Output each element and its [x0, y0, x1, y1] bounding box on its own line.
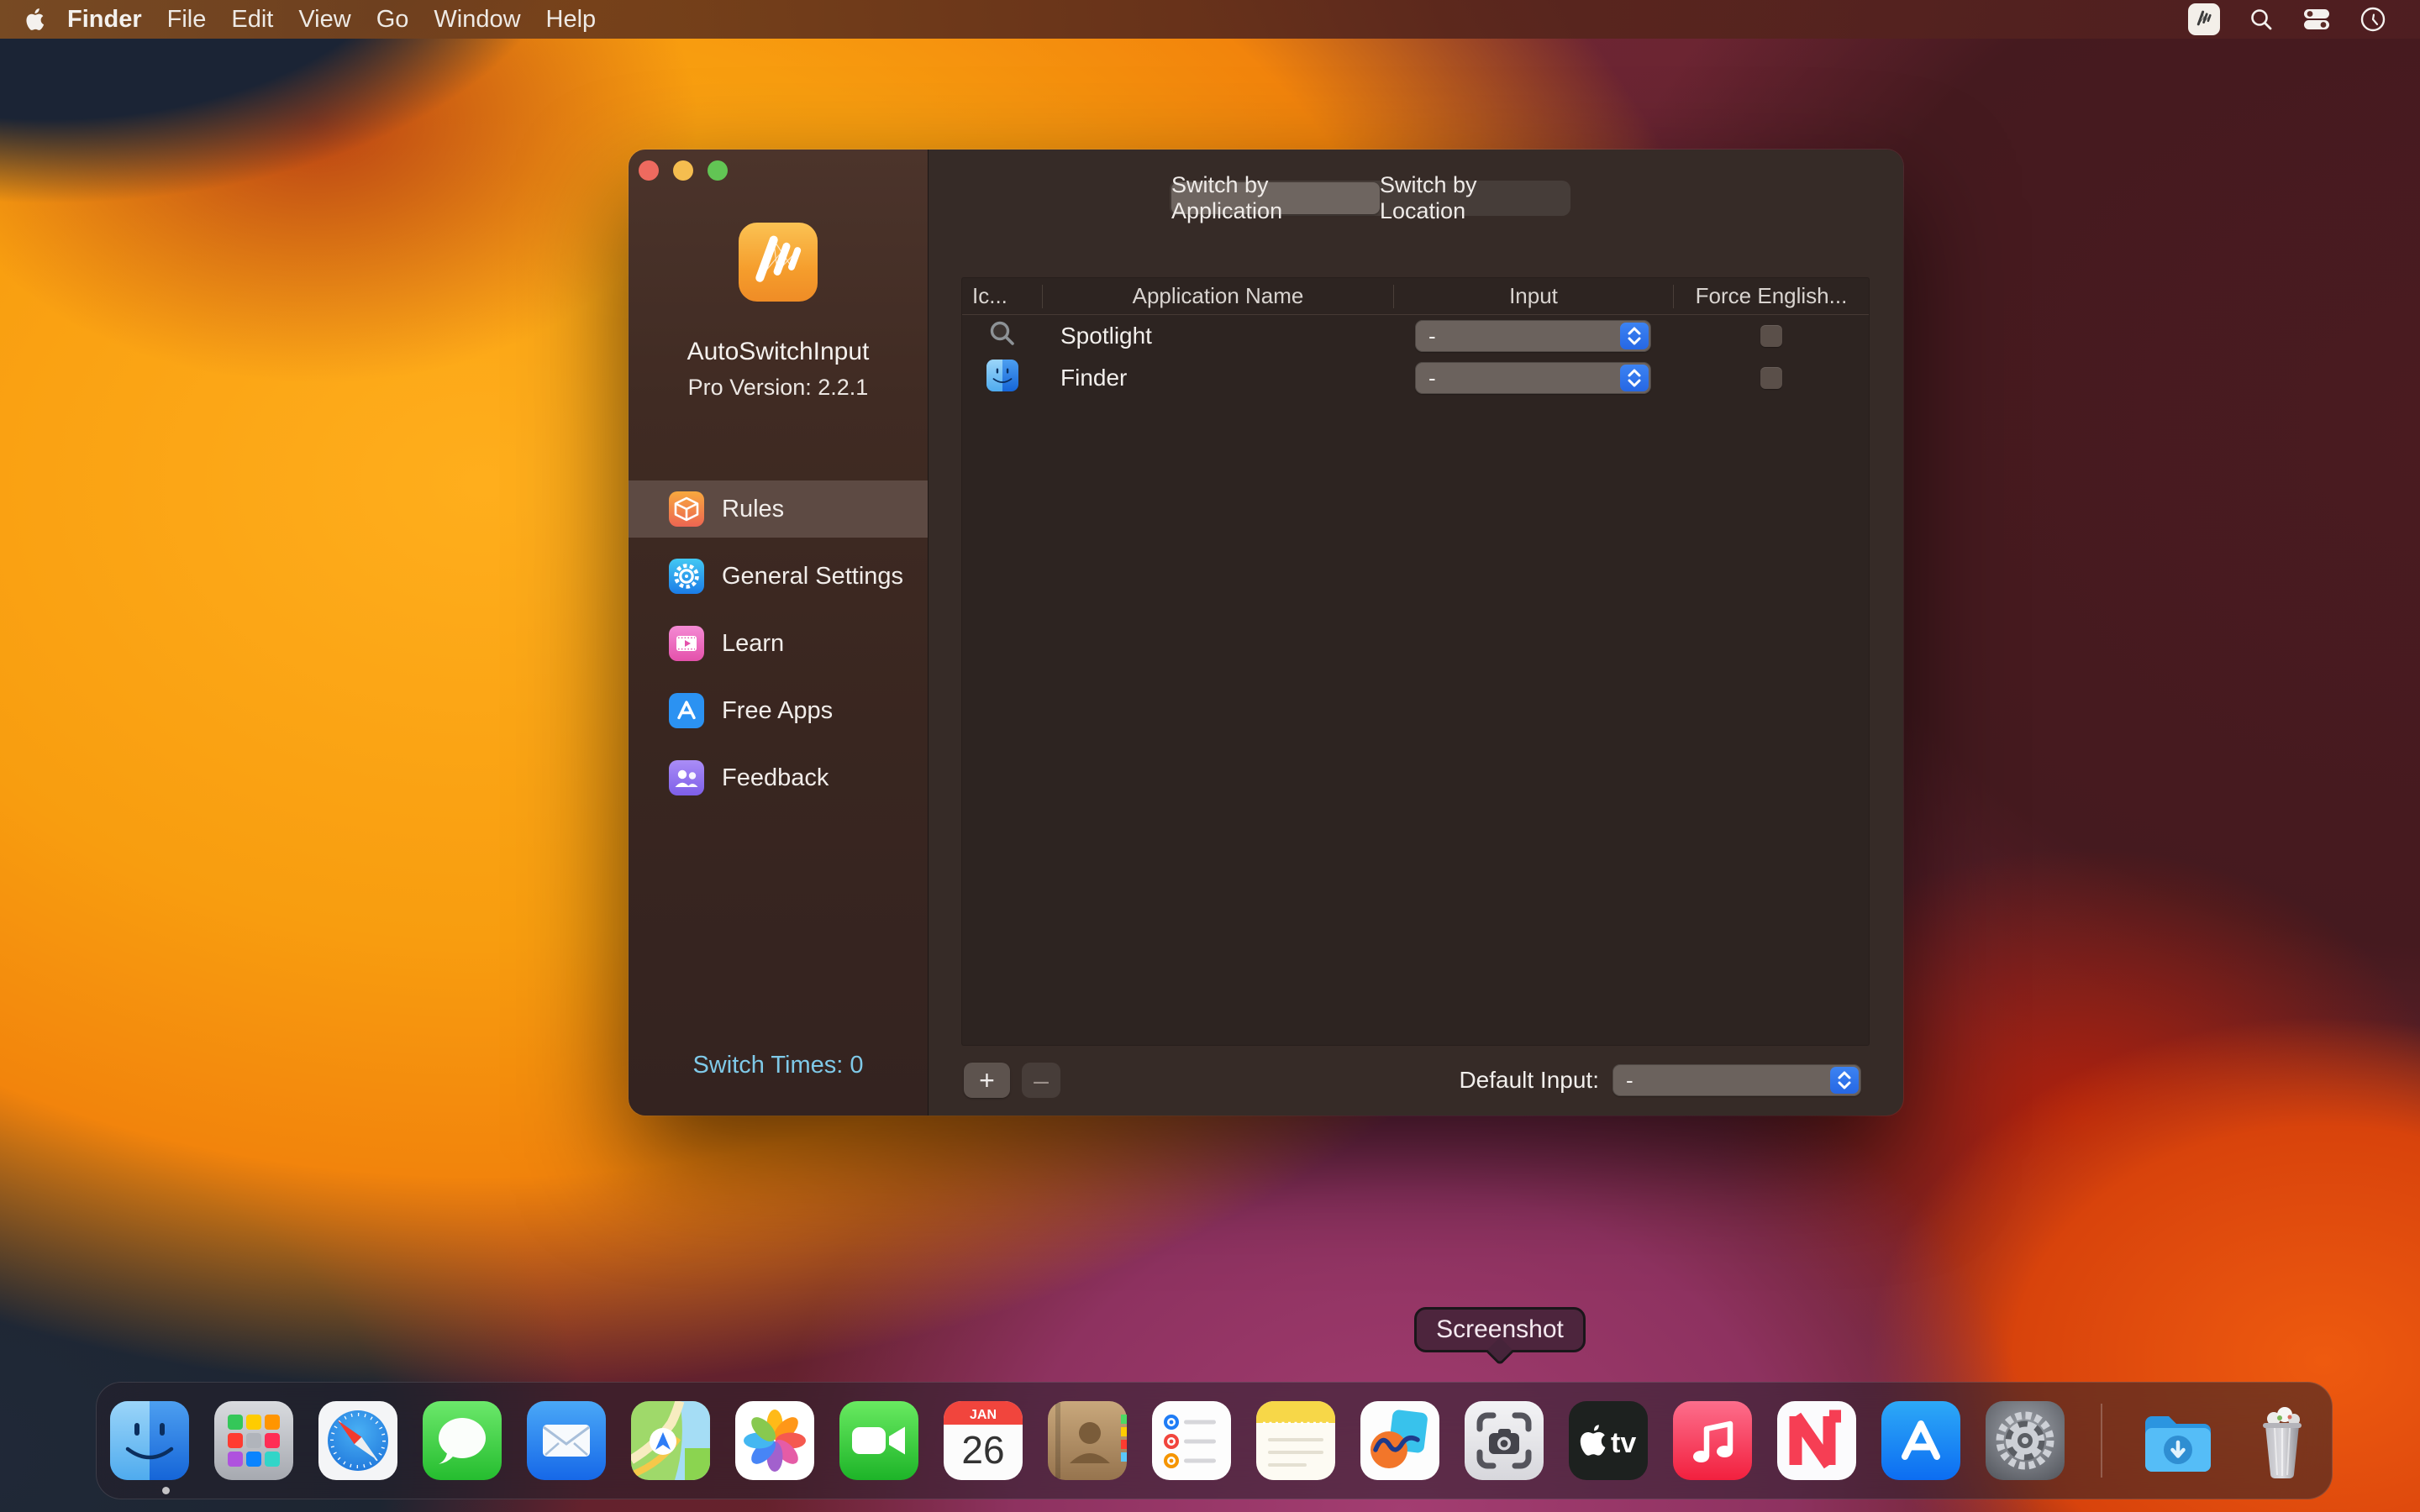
sidebar-item-general-settings[interactable]: General Settings	[629, 548, 928, 605]
force-english-checkbox-finder[interactable]	[1760, 367, 1782, 389]
app-name-cell: Finder	[1042, 365, 1393, 391]
dock-screenshot-icon[interactable]	[1465, 1401, 1544, 1480]
default-input-select[interactable]: -	[1612, 1064, 1861, 1096]
window-footer: + – Default Input: -	[929, 1045, 1903, 1116]
tab-switch-by-location[interactable]: Switch by Location	[1380, 182, 1569, 214]
dock-finder-icon[interactable]	[110, 1401, 189, 1480]
gear-icon	[669, 559, 704, 594]
menu-bar: Finder File Edit View Go Window Help	[0, 0, 2420, 39]
sidebar-item-label: Rules	[722, 496, 784, 523]
popup-stepper-icon	[1830, 1067, 1859, 1094]
appletv-label: tv	[1611, 1427, 1636, 1459]
dock-maps-icon[interactable]	[631, 1401, 710, 1480]
dock-news-icon[interactable]	[1777, 1401, 1856, 1480]
dock-appletv-icon[interactable]: tv	[1569, 1401, 1648, 1480]
app-version-label: Pro Version: 2.2.1	[629, 375, 928, 401]
spotlight-icon	[987, 318, 1018, 354]
dock-downloads-icon[interactable]	[2139, 1401, 2217, 1480]
screenshot-tooltip: Screenshot	[1414, 1307, 1586, 1352]
column-header-input[interactable]: Input	[1393, 285, 1673, 308]
app-title: AutoSwitchInput	[629, 338, 928, 366]
menu-view[interactable]: View	[298, 6, 350, 34]
add-rule-button[interactable]: +	[964, 1063, 1010, 1098]
sidebar-item-label: Free Apps	[722, 697, 833, 725]
sidebar-item-feedback[interactable]: Feedback	[629, 749, 928, 806]
traffic-lights	[639, 160, 728, 181]
table-header: Ic... Application Name Input Force Engli…	[962, 278, 1869, 315]
menu-file[interactable]: File	[167, 6, 207, 34]
autoswitchinput-app-icon	[739, 223, 818, 302]
dock-freeform-icon[interactable]	[1360, 1401, 1439, 1480]
menu-window[interactable]: Window	[434, 6, 520, 34]
switch-times-counter: Switch Times: 0	[629, 1052, 928, 1079]
force-english-checkbox-spotlight[interactable]	[1760, 325, 1782, 347]
sidebar-item-free-apps[interactable]: Free Apps	[629, 682, 928, 739]
dock-photos-icon[interactable]	[735, 1401, 814, 1480]
finder-icon	[986, 360, 1018, 397]
close-button[interactable]	[639, 160, 659, 181]
dock-launchpad-icon[interactable]	[214, 1401, 293, 1480]
window-sidebar: AutoSwitchInput Pro Version: 2.2.1 Rules…	[629, 150, 928, 1116]
apple-menu-icon[interactable]	[25, 7, 47, 32]
zoom-button[interactable]	[708, 160, 728, 181]
finder-running-indicator	[162, 1487, 170, 1494]
menu-help[interactable]: Help	[546, 6, 597, 34]
column-header-icon[interactable]: Ic...	[962, 285, 1042, 308]
autoswitchinput-window: AutoSwitchInput Pro Version: 2.2.1 Rules…	[629, 150, 1903, 1116]
video-icon	[669, 626, 704, 661]
dock-reminders-icon[interactable]	[1152, 1401, 1231, 1480]
sidebar-item-label: Feedback	[722, 764, 829, 792]
menu-go[interactable]: Go	[376, 6, 409, 34]
popup-stepper-icon	[1620, 323, 1649, 349]
cube-icon	[669, 491, 704, 527]
calendar-day-label: 26	[961, 1428, 1004, 1472]
spotlight-search-icon[interactable]	[2249, 7, 2274, 32]
table-row-spotlight[interactable]: Spotlight -	[962, 315, 1869, 357]
dock: JAN 26 tv	[96, 1382, 2333, 1499]
table-row-finder[interactable]: Finder -	[962, 357, 1869, 399]
dock-facetime-icon[interactable]	[839, 1401, 918, 1480]
sidebar-item-label: Learn	[722, 630, 784, 658]
minimize-button[interactable]	[673, 160, 693, 181]
input-select-spotlight[interactable]: -	[1415, 320, 1651, 352]
dock-contacts-icon[interactable]	[1048, 1401, 1127, 1480]
dock-divider	[2101, 1404, 2102, 1478]
rules-table: Ic... Application Name Input Force Engli…	[962, 278, 1869, 1045]
dock-system-settings-icon[interactable]	[1986, 1401, 2065, 1480]
sidebar-item-learn[interactable]: Learn	[629, 615, 928, 672]
menu-edit[interactable]: Edit	[231, 6, 273, 34]
app-name-cell: Spotlight	[1042, 323, 1393, 349]
dock-safari-icon[interactable]	[318, 1401, 397, 1480]
autoswitchinput-status-icon[interactable]	[2188, 3, 2220, 35]
sidebar-nav: Rules General Settings Learn Free Apps	[629, 480, 928, 816]
input-select-finder[interactable]: -	[1415, 362, 1651, 394]
control-center-icon[interactable]	[2302, 7, 2331, 32]
sidebar-item-label: General Settings	[722, 563, 903, 591]
tab-switch-by-application[interactable]: Switch by Application	[1171, 182, 1380, 214]
dock-messages-icon[interactable]	[423, 1401, 502, 1480]
people-icon	[669, 760, 704, 795]
dock-appstore-icon[interactable]	[1881, 1401, 1960, 1480]
clock-icon[interactable]	[2360, 6, 2386, 33]
dock-calendar-icon[interactable]: JAN 26	[944, 1401, 1023, 1480]
window-content: Switch by Application Switch by Location…	[928, 150, 1903, 1116]
popup-stepper-icon	[1620, 365, 1649, 391]
tab-bar: Switch by Application Switch by Location	[1170, 181, 1570, 216]
default-input-label: Default Input:	[1459, 1067, 1599, 1094]
dock-trash-icon[interactable]	[2243, 1401, 2322, 1480]
dock-music-icon[interactable]	[1673, 1401, 1752, 1480]
column-header-application-name[interactable]: Application Name	[1042, 285, 1393, 308]
dock-notes-icon[interactable]	[1256, 1401, 1335, 1480]
app-store-icon	[669, 693, 704, 728]
column-header-force-english[interactable]: Force English...	[1673, 285, 1869, 308]
menubar-app-name[interactable]: Finder	[67, 6, 142, 34]
sidebar-item-rules[interactable]: Rules	[629, 480, 928, 538]
remove-rule-button[interactable]: –	[1022, 1063, 1060, 1098]
calendar-month-label: JAN	[970, 1408, 997, 1422]
dock-mail-icon[interactable]	[527, 1401, 606, 1480]
